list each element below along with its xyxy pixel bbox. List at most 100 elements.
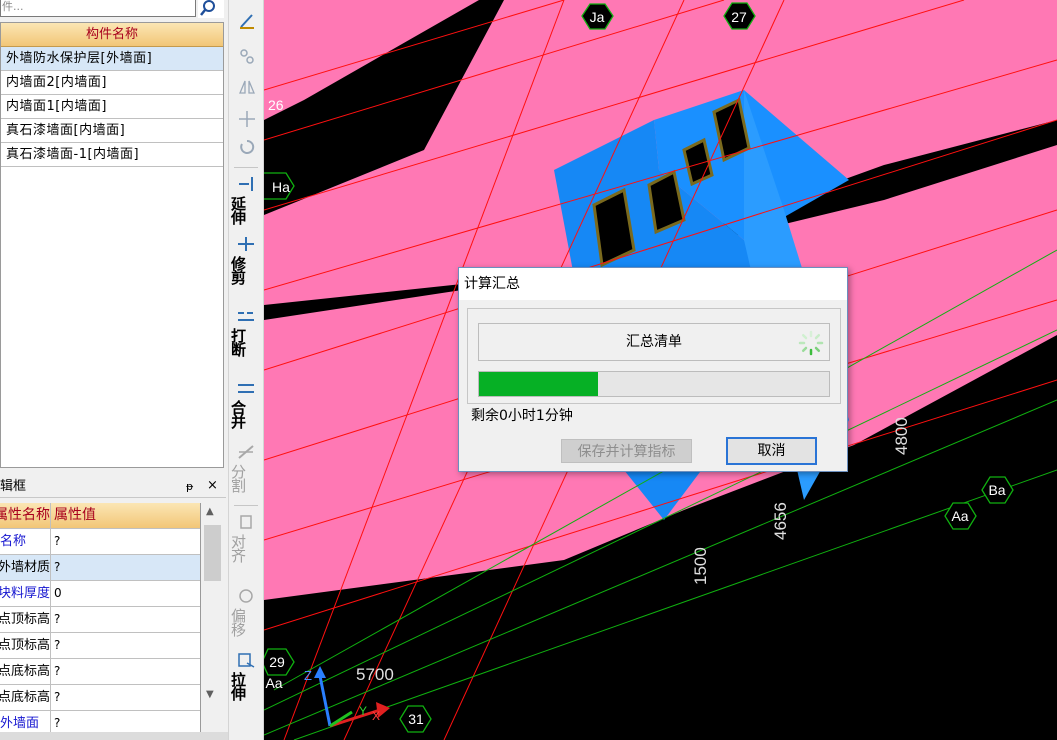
progress-bar [478, 371, 830, 397]
edit-toolbar: 延伸 修剪 打断 合并 分割 对齐 偏移 拉伸 [228, 0, 264, 740]
wall-band [264, 0, 479, 120]
axis-bubble: 29 Aa [264, 648, 295, 691]
component-item[interactable]: 外墙防水保护层[外墙面] [1, 47, 223, 71]
svg-text:27: 27 [731, 9, 747, 25]
offset-label: 偏移 [229, 608, 247, 636]
brush-icon[interactable] [238, 12, 256, 30]
property-name: 起点顶标高 [0, 607, 51, 632]
component-item[interactable]: 真石漆墙面[内墙面] [1, 119, 223, 143]
search-icon [200, 0, 215, 16]
svg-text:Aa: Aa [951, 508, 968, 524]
component-list: 构件名称 外墙防水保护层[外墙面] 内墙面2[内墙面] 内墙面1[内墙面] 真石… [0, 22, 224, 468]
property-name: 名称 [0, 529, 51, 554]
dimension-label: 5700 [356, 665, 394, 684]
merge-icon [238, 384, 254, 393]
trim-tool[interactable]: 修剪 [229, 236, 263, 284]
property-value-header: 属性值 [54, 507, 96, 523]
property-value[interactable]: 0 [51, 581, 200, 606]
scroll-thumb[interactable] [204, 525, 221, 581]
close-icon[interactable]: × [207, 476, 218, 496]
search-input[interactable]: 件... [0, 0, 196, 17]
rotate-icon[interactable] [238, 138, 256, 156]
svg-text:Ja: Ja [590, 9, 605, 25]
mirror-icon[interactable] [238, 78, 256, 96]
svg-text:Y: Y [359, 704, 367, 718]
extend-label: 延伸 [229, 196, 247, 224]
axis-bubble: Ha [264, 172, 295, 200]
component-list-header: 构件名称 [1, 23, 223, 47]
property-value[interactable]: ? [51, 607, 200, 632]
merge-tool[interactable]: 合并 [229, 380, 263, 428]
svg-text:Ba: Ba [988, 482, 1005, 498]
break-label: 打断 [229, 328, 247, 356]
move-icon[interactable] [238, 110, 256, 128]
stretch-tool[interactable]: 拉伸 [229, 652, 263, 700]
component-item[interactable]: 真石漆墙面-1[内墙面] [1, 143, 223, 167]
split-tool[interactable]: 分割 [229, 444, 263, 492]
svg-text:31: 31 [408, 711, 424, 727]
dialog-title: 计算汇总 [459, 268, 847, 300]
property-table: 属性名称 属性值 名称 ? 外墙材质 ? 块料厚度( 0 起点顶标高 ? 终点顶… [0, 503, 201, 737]
task-text: 汇总清单 [626, 334, 682, 350]
toolbar-separator [234, 505, 258, 506]
save-and-calc-button[interactable]: 保存并计算指标 [561, 439, 692, 463]
property-row[interactable]: 名称 ? [0, 529, 200, 555]
progress-fill [479, 372, 598, 396]
property-table-header: 属性名称 属性值 [0, 503, 200, 529]
dimension-label: 1500 [691, 547, 710, 585]
property-value[interactable]: ? [51, 529, 200, 554]
cancel-button[interactable]: 取消 [726, 437, 817, 465]
svg-text:X: X [372, 709, 380, 723]
scroll-up-icon[interactable]: ▲ [206, 506, 214, 517]
dimension-label: 4800 [892, 417, 911, 455]
property-row[interactable]: 起点底标高 ? [0, 659, 200, 685]
property-value[interactable]: ? [51, 633, 200, 658]
align-tool[interactable]: 对齐 [229, 514, 263, 562]
time-remaining: 剩余0小时1分钟 [471, 408, 573, 424]
loading-spinner-icon [798, 330, 824, 356]
property-value[interactable]: ? [51, 685, 200, 710]
break-tool[interactable]: 打断 [229, 308, 263, 356]
split-label: 分割 [229, 464, 247, 492]
pin-icon[interactable]: ᵽ [186, 477, 193, 497]
dimension-label: 4656 [771, 502, 790, 540]
calc-summary-dialog: 计算汇总 汇总清单 剩余0小时1分钟 保存并计算指标 取消 [458, 267, 848, 472]
offset-tool[interactable]: 偏移 [229, 588, 263, 636]
component-item[interactable]: 内墙面2[内墙面] [1, 71, 223, 95]
offset-icon [239, 589, 253, 603]
property-panel: 属性编辑框 ᵽ × 属性名称 属性值 名称 ? 外墙材质 ? 块料厚度( 0 起… [0, 477, 228, 740]
component-item[interactable]: 内墙面1[内墙面] [1, 95, 223, 119]
toolbar-separator [234, 167, 258, 168]
extend-icon [239, 177, 253, 191]
svg-text:Z: Z [304, 668, 312, 683]
property-row[interactable]: 终点底标高 ? [0, 685, 200, 711]
property-row[interactable]: 起点顶标高 ? [0, 607, 200, 633]
property-value[interactable]: ? [51, 659, 200, 684]
stretch-icon [238, 653, 255, 668]
property-row[interactable]: 外墙材质 ? [0, 555, 200, 581]
copy-icon[interactable] [238, 48, 256, 66]
axis-bubble: 31 [399, 705, 432, 733]
search-button[interactable] [198, 0, 224, 18]
extend-tool[interactable]: 延伸 [229, 176, 263, 224]
axis-bubble: Ba [981, 476, 1014, 504]
svg-text:Aa: Aa [265, 675, 282, 691]
panel-bottom-edge [0, 732, 228, 740]
align-icon [240, 515, 252, 529]
svg-text:29: 29 [269, 654, 285, 670]
property-name: 起点底标高 [0, 659, 51, 684]
property-value[interactable]: ? [51, 555, 200, 580]
property-panel-titlebar: 属性编辑框 ᵽ × [0, 477, 226, 498]
property-name: 外墙材质 [0, 555, 51, 580]
property-row[interactable]: 终点顶标高 ? [0, 633, 200, 659]
merge-label: 合并 [229, 400, 247, 428]
property-scrollbar[interactable]: ▲ ▼ [201, 503, 223, 705]
scroll-down-icon[interactable]: ▼ [206, 689, 214, 700]
split-icon [238, 445, 254, 459]
trim-icon [238, 237, 254, 251]
align-label: 对齐 [229, 534, 247, 562]
property-panel-title: 属性编辑框 [0, 479, 26, 494]
property-name: 终点顶标高 [0, 633, 51, 658]
break-icon [238, 312, 254, 321]
property-row[interactable]: 块料厚度( 0 [0, 581, 200, 607]
